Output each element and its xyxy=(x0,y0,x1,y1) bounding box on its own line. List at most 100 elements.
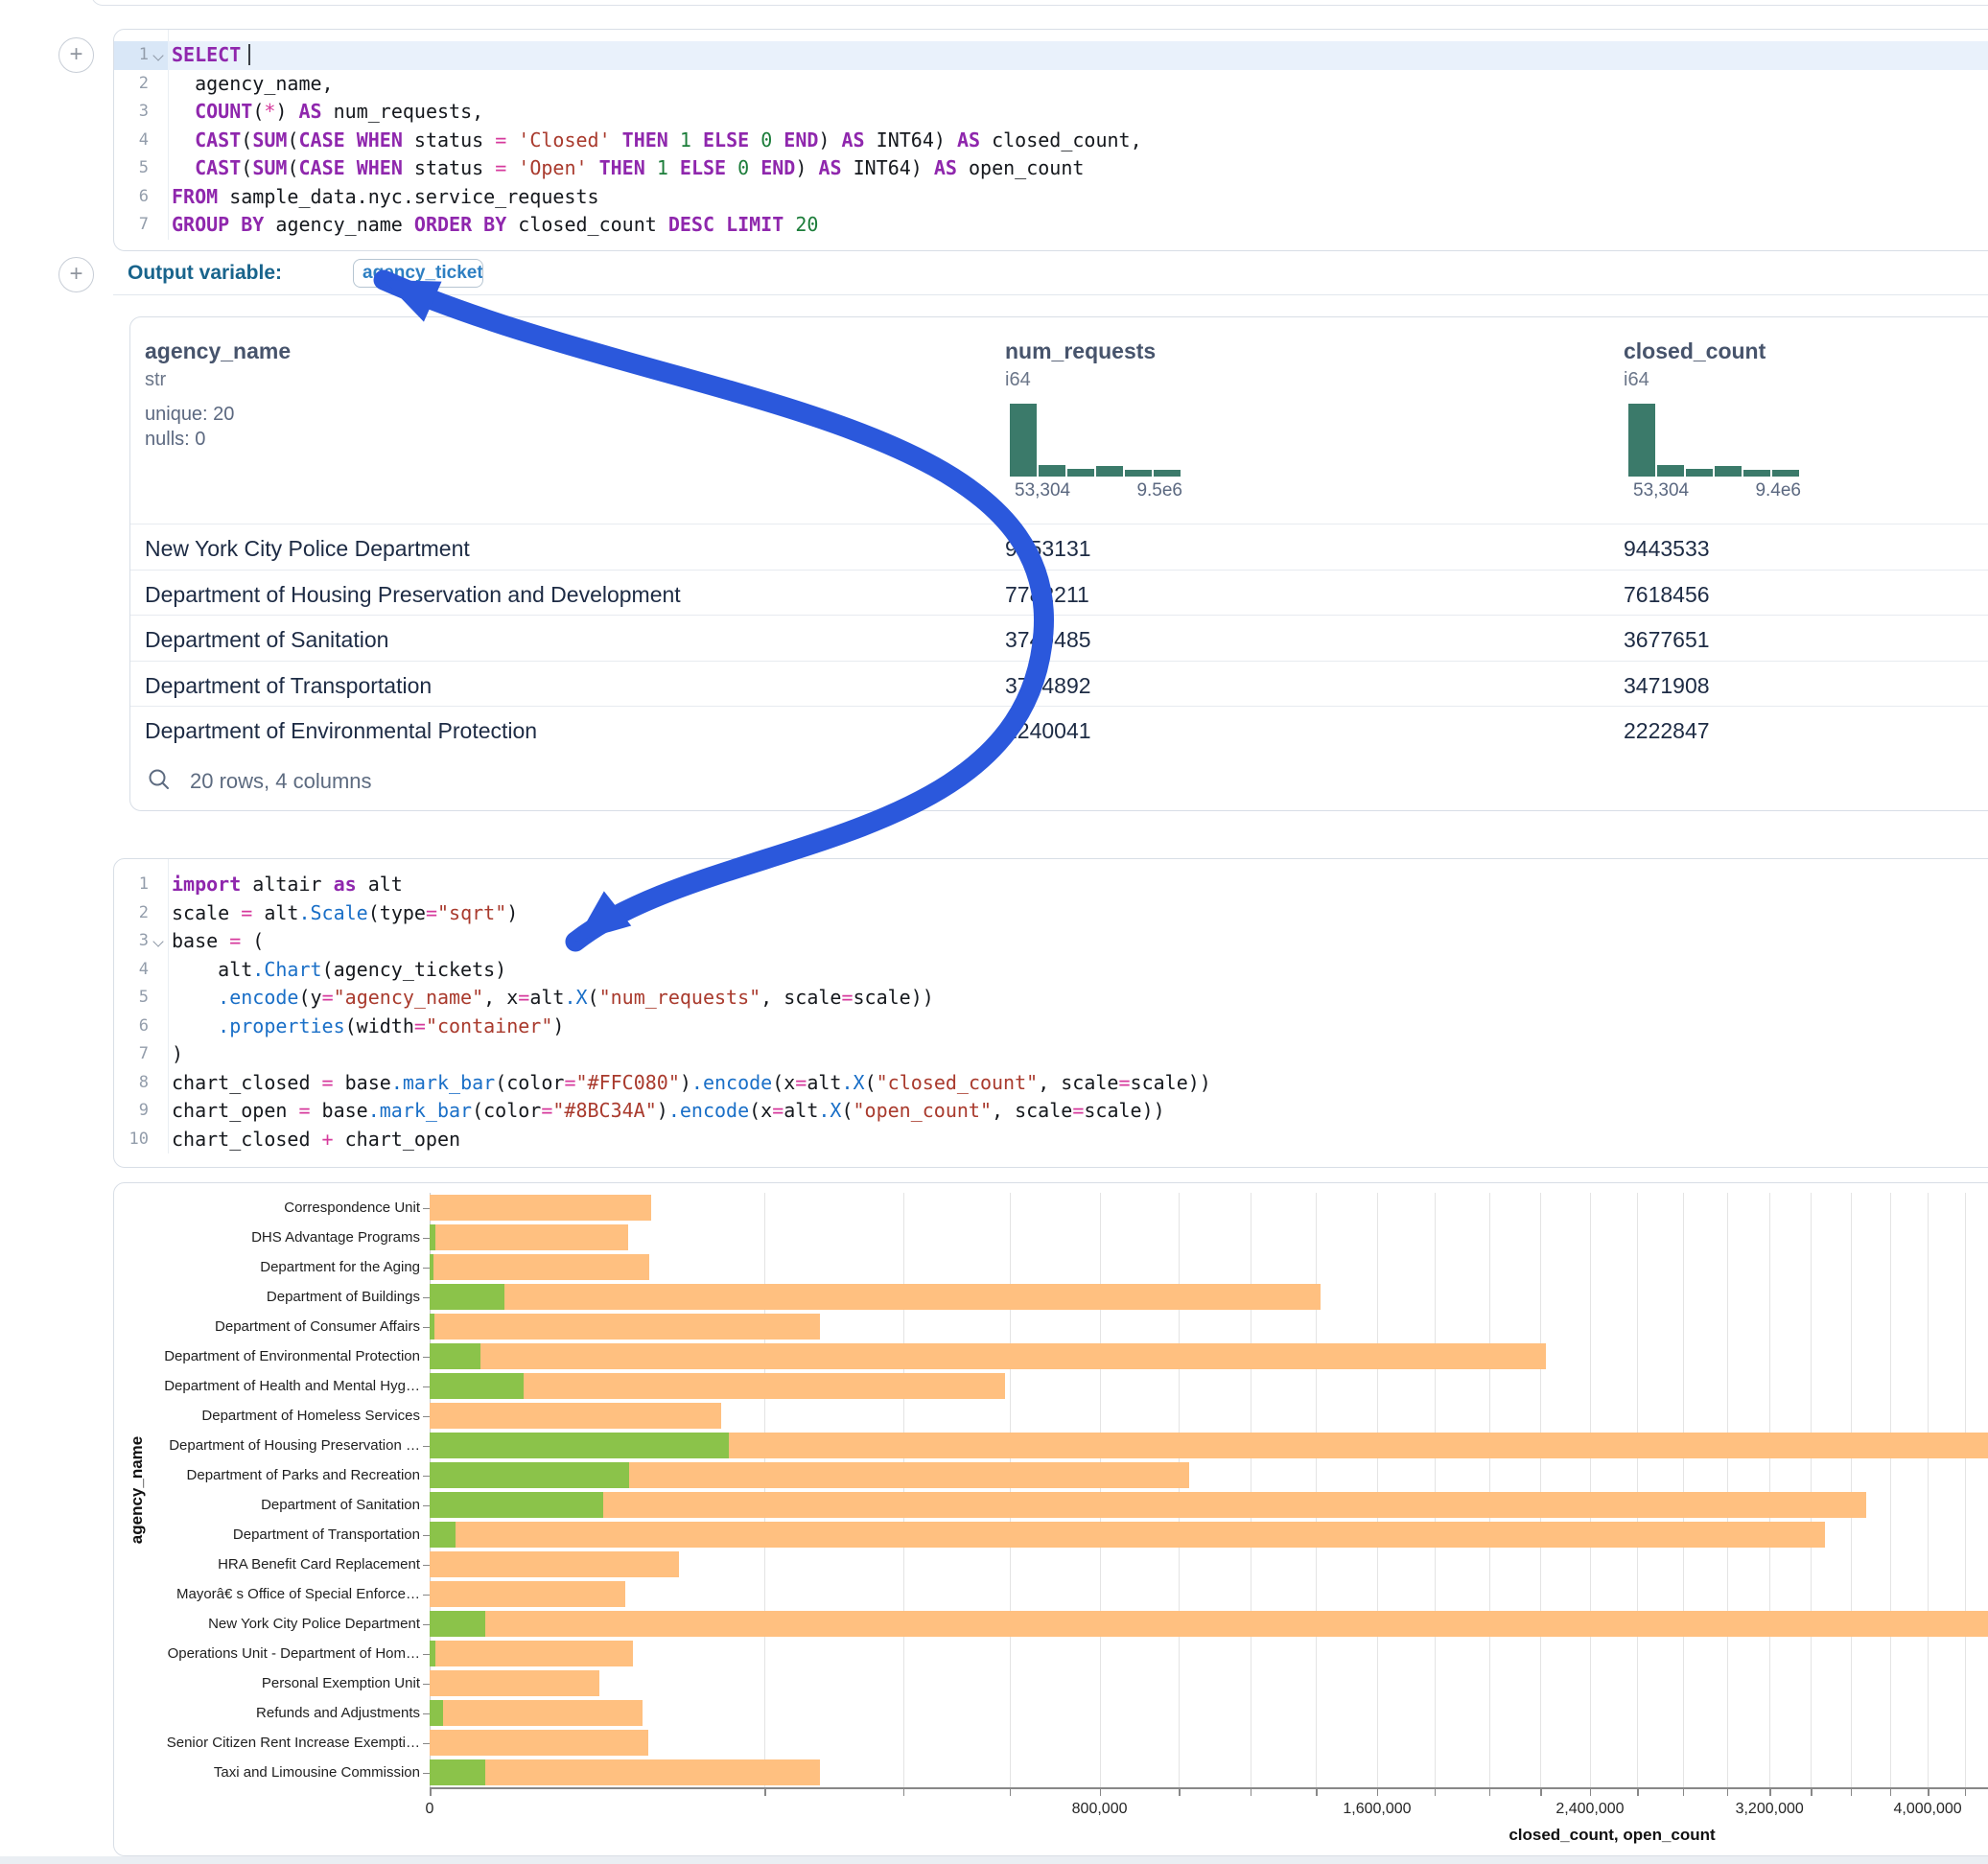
code-line[interactable]: 3 COUNT(*) AS num_requests, xyxy=(114,98,1988,127)
table-cell: Department of Environmental Protection xyxy=(145,718,537,744)
chart-gridline xyxy=(1540,1193,1541,1787)
chart-bar-closed_count xyxy=(430,1759,820,1786)
fold-spacer xyxy=(154,1023,162,1031)
python-cell[interactable]: 1import altair as alt2scale = alt.Scale(… xyxy=(113,858,1988,1168)
chart-bar-closed_count xyxy=(430,1403,721,1430)
code-line[interactable]: 6FROM sample_data.nyc.service_requests xyxy=(114,183,1988,212)
column-header-closed-count[interactable]: closed_count xyxy=(1624,338,1766,364)
chart-bar-closed_count xyxy=(430,1314,820,1340)
code-line[interactable]: 3base = ( xyxy=(114,927,1988,956)
code-line[interactable]: 1import altair as alt xyxy=(114,871,1988,899)
chart-y-tick-label: New York City Police Department xyxy=(132,1609,420,1639)
line-number: 2 xyxy=(114,899,149,928)
chart-x-tick xyxy=(1251,1789,1252,1796)
chart-gridline xyxy=(1100,1193,1101,1787)
chart-gridline xyxy=(1727,1193,1728,1787)
chart-bar-closed_count xyxy=(430,1730,648,1757)
chart-bar-open_count xyxy=(430,1462,629,1489)
chart-gridline xyxy=(764,1193,765,1787)
chart-x-tick xyxy=(1890,1789,1892,1796)
line-number: 6 xyxy=(114,183,149,212)
code-line[interactable]: 5 .encode(y="agency_name", x=alt.X("num_… xyxy=(114,984,1988,1013)
histogram-bar xyxy=(1010,404,1037,477)
add-cell-button-top[interactable]: + xyxy=(58,37,94,73)
table-row[interactable]: Department of Housing Preservation and D… xyxy=(130,570,1988,616)
output-variable-pill[interactable]: agency_tickets xyxy=(353,259,483,288)
chart-gridline xyxy=(1489,1193,1490,1787)
chart-x-tick-label: 4,000,000 xyxy=(1893,1801,1961,1818)
line-number: 2 xyxy=(114,70,149,99)
chart-x-tick xyxy=(1727,1789,1729,1796)
chart-y-tick xyxy=(423,1268,430,1269)
chart-y-tick-label: Department of Health and Mental Hyg… xyxy=(132,1371,420,1401)
chart-x-tick xyxy=(903,1789,905,1796)
chart-x-tick xyxy=(1540,1789,1542,1796)
column-type-num-requests: i64 xyxy=(1005,369,1031,391)
chart-y-tick xyxy=(423,1238,430,1239)
column-type-agency-name: str xyxy=(145,369,166,391)
chart-x-tick xyxy=(1316,1789,1318,1796)
chart-y-tick xyxy=(423,1595,430,1596)
table-row[interactable]: New York City Police Department945313194… xyxy=(130,524,1988,570)
code-line[interactable]: 4 CAST(SUM(CASE WHEN status = 'Closed' T… xyxy=(114,127,1988,155)
add-cell-button-output[interactable]: + xyxy=(58,257,94,292)
chart-x-tick xyxy=(1683,1789,1685,1796)
histogram-bar xyxy=(1067,469,1094,477)
row-column-count: 20 rows, 4 columns xyxy=(190,769,372,794)
chart-gridline xyxy=(1890,1193,1891,1787)
chart-bar-open_count xyxy=(430,1641,435,1667)
code-line[interactable]: 8chart_closed = base.mark_bar(color="#FF… xyxy=(114,1069,1988,1098)
table-cell: Department of Housing Preservation and D… xyxy=(145,582,681,608)
chart-x-tick xyxy=(1928,1789,1930,1796)
histogram-bar xyxy=(1743,470,1770,477)
chart-bar-closed_count xyxy=(430,1284,1321,1311)
code-line[interactable]: 2 agency_name, xyxy=(114,70,1988,99)
table-row[interactable]: Department of Environmental Protection22… xyxy=(130,706,1988,752)
code-line[interactable]: 2scale = alt.Scale(type="sqrt") xyxy=(114,899,1988,928)
table-cell: Department of Transportation xyxy=(145,673,432,699)
chart-y-tick xyxy=(423,1416,430,1417)
column-header-agency-name[interactable]: agency_name xyxy=(145,338,291,364)
chart-y-tick-label: Department of Parks and Recreation xyxy=(132,1460,420,1490)
table-row[interactable]: Department of Sanitation37494853677651 xyxy=(130,615,1988,661)
search-icon[interactable] xyxy=(147,767,172,792)
chart-x-tick xyxy=(1965,1789,1967,1796)
sql-cell[interactable]: 1SELECT2 agency_name,3 COUNT(*) AS num_r… xyxy=(113,29,1988,251)
fold-spacer xyxy=(154,137,162,145)
fold-spacer xyxy=(154,1107,162,1115)
line-number: 5 xyxy=(114,154,149,183)
chart-bar-open_count xyxy=(430,1611,485,1638)
chart-y-tick-label: Correspondence Unit xyxy=(132,1193,420,1223)
code-line[interactable]: 10chart_closed + chart_open xyxy=(114,1126,1988,1154)
code-line[interactable]: 6 .properties(width="container") xyxy=(114,1013,1988,1041)
histogram-bar xyxy=(1686,469,1713,477)
chart-bar-closed_count xyxy=(430,1700,643,1727)
chart-gridline xyxy=(1377,1193,1378,1787)
code-line[interactable]: 7) xyxy=(114,1040,1988,1069)
chart-y-tick-label: Department for the Aging xyxy=(132,1252,420,1282)
chart-y-tick xyxy=(423,1297,430,1298)
line-number: 7 xyxy=(114,211,149,240)
line-number: 3 xyxy=(114,98,149,127)
chart-y-tick xyxy=(423,1476,430,1477)
chart-y-tick-label: Department of Buildings xyxy=(132,1282,420,1312)
chart-bar-open_count xyxy=(430,1224,435,1251)
sql-code-editor[interactable]: 1SELECT2 agency_name,3 COUNT(*) AS num_r… xyxy=(114,30,1988,240)
code-line[interactable]: 5 CAST(SUM(CASE WHEN status = 'Open' THE… xyxy=(114,154,1988,183)
code-line[interactable]: 1SELECT xyxy=(114,41,1988,70)
histogram-bar xyxy=(1125,470,1152,477)
chart-y-tick-label: Department of Housing Preservation … xyxy=(132,1431,420,1460)
table-row[interactable]: Department of Transportation377489234719… xyxy=(130,661,1988,707)
fold-chevron-icon[interactable] xyxy=(152,936,163,946)
python-code-editor[interactable]: 1import altair as alt2scale = alt.Scale(… xyxy=(114,859,1988,1153)
line-number: 7 xyxy=(114,1040,149,1069)
histogram-bar xyxy=(1772,470,1799,477)
code-line[interactable]: 7GROUP BY agency_name ORDER BY closed_co… xyxy=(114,211,1988,240)
code-line[interactable]: 9chart_open = base.mark_bar(color="#8BC3… xyxy=(114,1097,1988,1126)
chart-x-tick xyxy=(430,1789,432,1796)
code-line[interactable]: 4 alt.Chart(agency_tickets) xyxy=(114,956,1988,985)
line-number: 5 xyxy=(114,984,149,1013)
chart-x-tick xyxy=(1769,1789,1771,1796)
column-header-num-requests[interactable]: num_requests xyxy=(1005,338,1156,364)
line-number: 8 xyxy=(114,1069,149,1098)
